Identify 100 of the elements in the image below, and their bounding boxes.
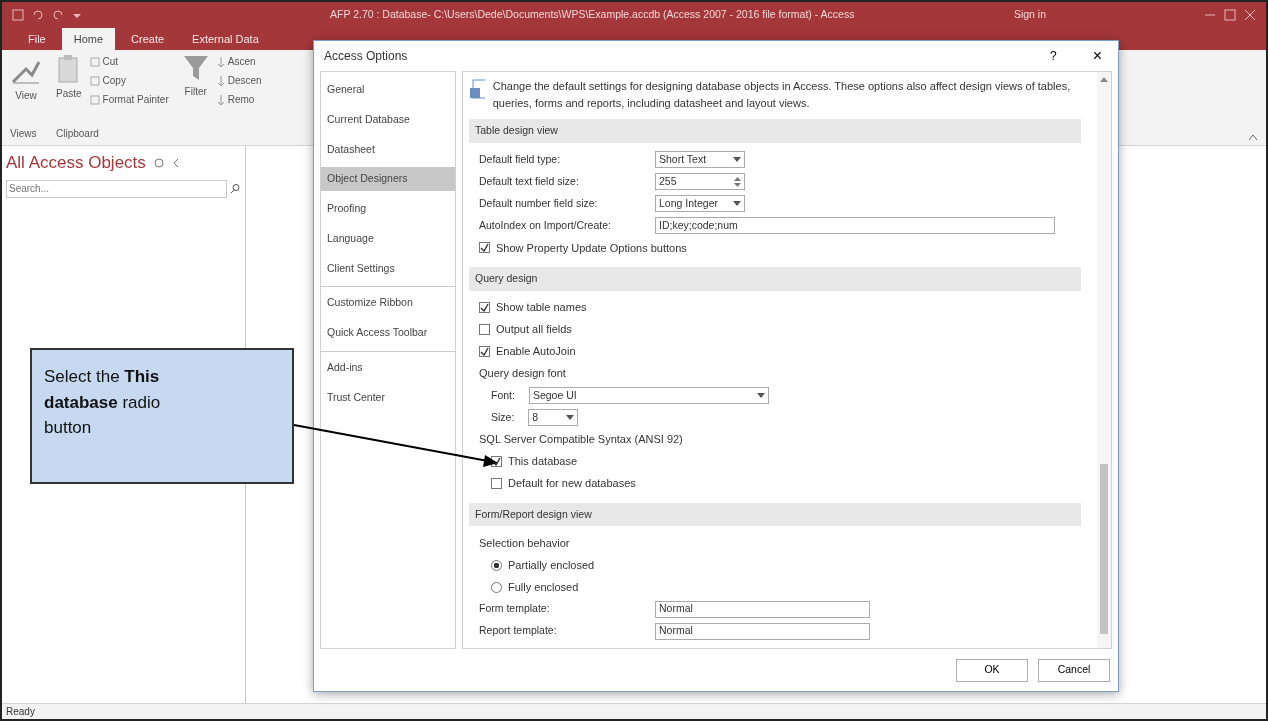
options-nav-item[interactable]: Quick Access Toolbar bbox=[321, 321, 455, 345]
scrollbar[interactable] bbox=[1097, 72, 1111, 648]
field-label: Font: bbox=[491, 387, 515, 403]
toolbar-button[interactable]: Copy bbox=[89, 73, 169, 88]
dropdown-field[interactable]: Long Integer bbox=[655, 195, 745, 213]
text-field[interactable]: Normal bbox=[655, 600, 870, 618]
dialog-title: Access Options bbox=[324, 48, 408, 65]
intro-text: Change the default settings for designing database objects in Access. These options also affect design views of tables, queries, forms and reports, including datasheet and layout views. bbox=[492, 79, 1072, 111]
paste-button[interactable]: Paste bbox=[56, 54, 82, 107]
options-nav-item[interactable]: Object Designers bbox=[321, 167, 455, 191]
ribbon-tab[interactable]: File bbox=[16, 27, 58, 50]
radio-button[interactable] bbox=[491, 559, 502, 571]
close-icon[interactable] bbox=[1244, 9, 1256, 21]
tool-icon bbox=[89, 94, 100, 105]
options-nav-item[interactable]: Current Database bbox=[321, 107, 455, 132]
scroll-thumb[interactable] bbox=[1100, 464, 1108, 634]
filter-button[interactable]: Filter bbox=[182, 54, 209, 107]
toolbar-button[interactable]: Format Painter bbox=[89, 92, 169, 107]
checkbox-label: Enable AutoJoin bbox=[496, 344, 576, 360]
options-nav-item[interactable]: Add-ins bbox=[321, 355, 455, 380]
options-nav-item[interactable]: Client Settings bbox=[321, 256, 455, 281]
dropdown-icon[interactable] bbox=[153, 157, 164, 168]
search-field[interactable]: Search... bbox=[6, 179, 227, 198]
ribbon-tab[interactable]: Create bbox=[119, 27, 177, 50]
field-label: Default text field size: bbox=[479, 173, 580, 189]
dropdown-field[interactable]: Short Text bbox=[655, 151, 745, 169]
ribbon-tab[interactable]: External Data bbox=[180, 27, 271, 50]
toolbar-button[interactable]: Remo bbox=[216, 92, 262, 107]
checkbox-label: Show table names bbox=[496, 300, 587, 316]
checkbox-label: Show Property Update Options buttons bbox=[496, 240, 687, 256]
spin-arrows-icon[interactable] bbox=[734, 175, 741, 188]
tool-icon bbox=[89, 56, 100, 67]
dropdown-icon[interactable] bbox=[733, 156, 741, 163]
close-button[interactable]: × bbox=[1086, 43, 1108, 69]
field-label: Default number field size: bbox=[479, 195, 599, 211]
cancel-button[interactable]: Cancel bbox=[1038, 658, 1110, 682]
window-title: AFP 2.70 : Database- C:\Users\Dede\Documents\WPS\Example.accdb (Access 2007 - 2016 file format) - Access bbox=[330, 7, 855, 23]
radio-button[interactable] bbox=[491, 581, 502, 593]
dropdown-field[interactable]: Segoe UI bbox=[528, 387, 769, 404]
dropdown-icon[interactable] bbox=[733, 200, 741, 207]
checkbox[interactable] bbox=[491, 478, 502, 489]
toolbar-button[interactable]: Descen bbox=[216, 73, 262, 88]
undo-icon[interactable] bbox=[32, 9, 44, 21]
options-nav-item[interactable]: Proofing bbox=[321, 197, 455, 221]
designer-icon bbox=[469, 78, 485, 102]
checkbox[interactable] bbox=[479, 346, 490, 357]
section-header: Form/Report design view bbox=[469, 502, 1081, 527]
sort-icon bbox=[216, 75, 225, 86]
dropdown-field[interactable]: 8 bbox=[528, 409, 579, 426]
section-header: Query design bbox=[469, 266, 1081, 291]
toolbar-button[interactable]: Cut bbox=[89, 54, 169, 69]
view-button[interactable]: View bbox=[10, 54, 42, 103]
collapse-icon[interactable] bbox=[171, 157, 180, 168]
options-nav-item[interactable]: Datasheet bbox=[321, 137, 455, 162]
checkbox[interactable] bbox=[479, 302, 490, 313]
tool-icon bbox=[89, 75, 100, 86]
options-nav-item[interactable]: Trust Center bbox=[321, 385, 455, 410]
field-label: Form template: bbox=[479, 601, 551, 617]
sort-icon bbox=[216, 94, 225, 105]
section-header: Table design view bbox=[469, 119, 1081, 143]
search-icon[interactable] bbox=[230, 183, 241, 194]
dropdown-icon[interactable] bbox=[756, 392, 765, 399]
navigation-pane-title[interactable]: All Access Objects bbox=[6, 150, 146, 176]
status-text: Ready bbox=[6, 706, 35, 717]
options-nav-item[interactable]: Language bbox=[321, 226, 455, 251]
field-label: Report template: bbox=[479, 623, 558, 639]
help-button[interactable]: ? bbox=[1043, 46, 1063, 66]
spin-field[interactable]: 255 bbox=[655, 173, 745, 191]
options-nav-item[interactable]: General bbox=[321, 78, 455, 102]
group-label: Clipboard bbox=[56, 127, 100, 141]
checkbox-label: This database bbox=[508, 454, 578, 470]
funnel-icon bbox=[182, 54, 209, 82]
clipboard-icon bbox=[56, 54, 81, 84]
save-icon[interactable] bbox=[12, 9, 24, 21]
redo-icon[interactable] bbox=[52, 9, 64, 21]
sign-in-link[interactable]: Sign in bbox=[1013, 7, 1046, 23]
checkbox-label: Default for new databases bbox=[508, 476, 636, 492]
sort-icon bbox=[216, 56, 225, 67]
group-label: Views bbox=[10, 127, 38, 141]
checkbox[interactable] bbox=[479, 324, 490, 335]
collapse-ribbon-icon[interactable] bbox=[1248, 133, 1258, 141]
field-label: AutoIndex on Import/Create: bbox=[479, 217, 612, 233]
ribbon-tab[interactable]: Home bbox=[61, 27, 116, 50]
checkbox[interactable] bbox=[479, 242, 490, 254]
dropdown-icon[interactable] bbox=[566, 414, 575, 421]
checkbox-label: Output all fields bbox=[496, 322, 572, 338]
callout-text: Select the This database radio button bbox=[30, 348, 294, 484]
ok-button[interactable]: OK bbox=[956, 658, 1028, 682]
toolbar-button[interactable]: Ascen bbox=[216, 54, 262, 69]
radio-label: Partially enclosed bbox=[508, 558, 595, 573]
field-label: Default field type: bbox=[479, 151, 562, 167]
group-label: SQL Server Compatible Syntax (ANSI 92) bbox=[479, 432, 683, 448]
field-label: Size: bbox=[491, 409, 515, 425]
group-label: Selection behavior bbox=[479, 536, 570, 551]
text-field[interactable]: Normal bbox=[655, 622, 870, 640]
group-label: Query design font bbox=[479, 366, 566, 382]
scroll-up-icon[interactable] bbox=[1100, 76, 1108, 82]
text-field[interactable]: ID;key;code;num bbox=[655, 217, 1055, 235]
maximize-icon[interactable] bbox=[1224, 9, 1236, 21]
options-nav-item[interactable]: Customize Ribbon bbox=[321, 291, 455, 315]
